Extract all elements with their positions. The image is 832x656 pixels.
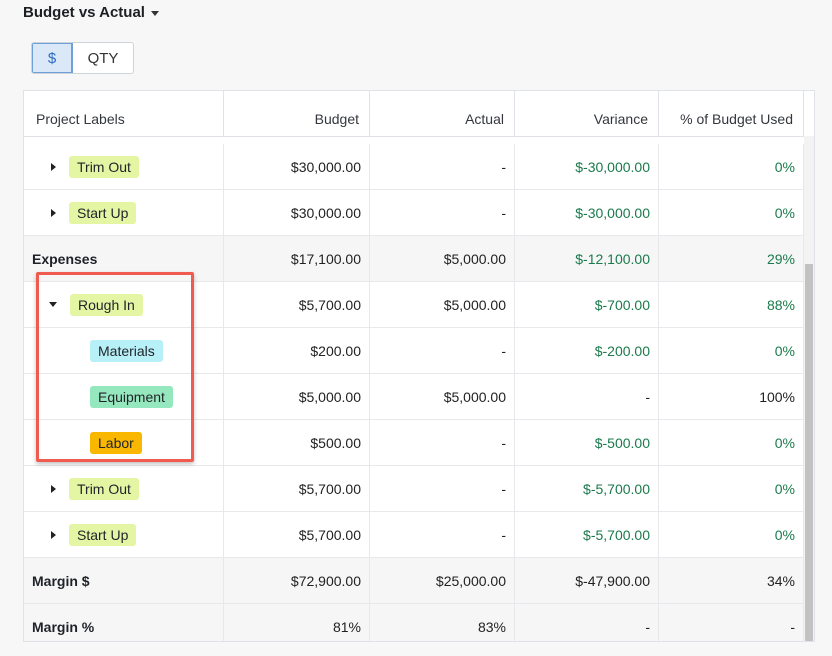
summary-row-margin-percent: Margin % 81% 83% - - [24, 604, 804, 641]
table-row: Trim Out $5,700.00 - $-5,700.00 0% [24, 466, 804, 512]
column-header-variance[interactable]: Variance [515, 91, 659, 136]
table-row: Start Up $5,700.00 - $-5,700.00 0% [24, 512, 804, 558]
scrollbar-thumb[interactable] [805, 264, 813, 641]
column-header-pct-used[interactable]: % of Budget Used [659, 91, 804, 136]
table-row: Labor $500.00 - $-500.00 0% [24, 420, 804, 466]
table-body: Trim Out $30,000.00 - $-30,000.00 0% Sta… [24, 144, 804, 641]
actual-cell: 83% [370, 604, 515, 641]
pct-cell: 34% [659, 558, 804, 603]
table-row: Start Up $30,000.00 - $-30,000.00 0% [24, 190, 804, 236]
chevron-down-icon [150, 11, 159, 16]
variance-cell: $-700.00 [515, 282, 659, 327]
pct-cell: 0% [659, 190, 804, 235]
budget-cell: 81% [224, 604, 370, 641]
variance-cell: $-200.00 [515, 328, 659, 373]
expand-caret-icon[interactable] [51, 162, 56, 171]
column-header-budget[interactable]: Budget [224, 91, 370, 136]
summary-row-margin-dollar: Margin $ $72,900.00 $25,000.00 $-47,900.… [24, 558, 804, 604]
budget-cell: $17,100.00 [224, 236, 370, 281]
summary-label: Margin $ [24, 558, 224, 603]
pct-cell: 0% [659, 144, 804, 189]
unit-toggle: $ QTY [31, 42, 134, 74]
pct-cell: 0% [659, 512, 804, 557]
budget-cell: $5,700.00 [224, 512, 370, 557]
vertical-scrollbar[interactable] [804, 136, 814, 641]
actual-cell: $5,000.00 [370, 236, 515, 281]
variance-cell: $-30,000.00 [515, 144, 659, 189]
variance-cell: - [515, 604, 659, 641]
pct-cell: 0% [659, 328, 804, 373]
variance-cell: $-30,000.00 [515, 190, 659, 235]
budget-table: Project Labels Budget Actual Variance % … [23, 90, 815, 642]
budget-cell: $500.00 [224, 420, 370, 465]
actual-cell: $5,000.00 [370, 282, 515, 327]
budget-cell: $30,000.00 [224, 144, 370, 189]
report-title: Budget vs Actual [23, 4, 145, 21]
budget-cell: $5,700.00 [224, 282, 370, 327]
actual-cell: $5,000.00 [370, 374, 515, 419]
variance-cell: - [515, 374, 659, 419]
pct-cell: 0% [659, 420, 804, 465]
label-tag: Start Up [69, 201, 137, 224]
expand-caret-icon[interactable] [51, 208, 56, 217]
report-title-dropdown[interactable]: Budget vs Actual [23, 4, 159, 21]
variance-cell: $-500.00 [515, 420, 659, 465]
dollar-toggle-button[interactable]: $ [32, 43, 73, 73]
section-row-expenses: Expenses $17,100.00 $5,000.00 $-12,100.0… [24, 236, 804, 282]
actual-cell: - [370, 190, 515, 235]
label-tag: Rough In [70, 293, 143, 316]
label-tag: Trim Out [69, 155, 139, 178]
column-header-actual[interactable]: Actual [370, 91, 515, 136]
actual-cell: - [370, 328, 515, 373]
label-tag: Start Up [69, 523, 137, 546]
variance-cell: $-5,700.00 [515, 466, 659, 511]
actual-cell: - [370, 144, 515, 189]
budget-cell: $5,000.00 [224, 374, 370, 419]
pct-cell: 29% [659, 236, 804, 281]
label-tag: Trim Out [69, 477, 139, 500]
table-row: Materials $200.00 - $-200.00 0% [24, 328, 804, 374]
table-row: Trim Out $30,000.00 - $-30,000.00 0% [24, 144, 804, 190]
budget-cell: $30,000.00 [224, 190, 370, 235]
budget-cell: $5,700.00 [224, 466, 370, 511]
actual-cell: - [370, 466, 515, 511]
variance-cell: $-12,100.00 [515, 236, 659, 281]
label-tag: Labor [90, 431, 142, 454]
expand-caret-icon[interactable] [51, 484, 56, 493]
expand-caret-icon[interactable] [51, 530, 56, 539]
budget-cell: $72,900.00 [224, 558, 370, 603]
table-row: Rough In $5,700.00 $5,000.00 $-700.00 88… [24, 282, 804, 328]
variance-cell: $-47,900.00 [515, 558, 659, 603]
actual-cell: - [370, 512, 515, 557]
summary-label: Margin % [24, 604, 224, 641]
pct-cell: - [659, 604, 804, 641]
qty-toggle-button[interactable]: QTY [73, 43, 133, 73]
table-row: Equipment $5,000.00 $5,000.00 - 100% [24, 374, 804, 420]
section-label: Expenses [24, 236, 224, 281]
table-header: Project Labels Budget Actual Variance % … [24, 91, 804, 137]
label-tag: Equipment [90, 385, 173, 408]
pct-cell: 88% [659, 282, 804, 327]
collapse-caret-icon[interactable] [49, 302, 57, 307]
label-tag: Materials [90, 339, 163, 362]
pct-cell: 0% [659, 466, 804, 511]
column-header-project-labels[interactable]: Project Labels [24, 91, 224, 136]
actual-cell: - [370, 420, 515, 465]
pct-cell: 100% [659, 374, 804, 419]
budget-cell: $200.00 [224, 328, 370, 373]
variance-cell: $-5,700.00 [515, 512, 659, 557]
actual-cell: $25,000.00 [370, 558, 515, 603]
